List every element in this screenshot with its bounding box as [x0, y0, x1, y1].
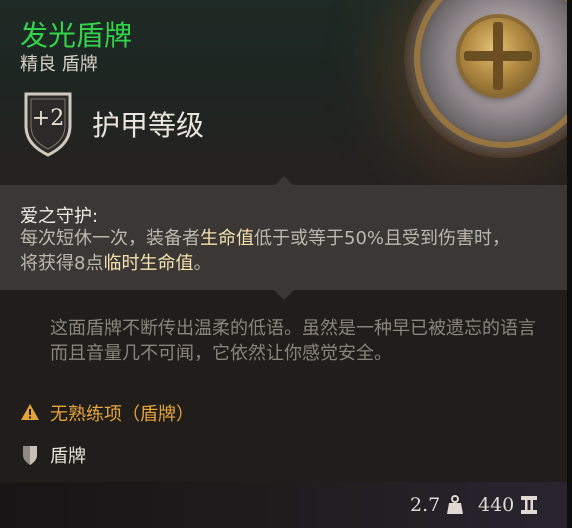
item-tooltip: 发光盾牌 精良 盾牌 +2 护甲等级 爱之守护: 每次短休一次，装备者生命值低于…: [0, 0, 572, 528]
armor-class-label: 护甲等级: [92, 109, 205, 142]
section-notch-top: [274, 176, 294, 186]
armor-class-value: +2: [31, 106, 65, 131]
tooltip-edge: [567, 0, 572, 528]
ability-desc-text: 每次短休一次，装备者: [20, 228, 200, 249]
item-rarity-type: 精良 盾牌: [20, 54, 98, 75]
keyword-hit-points[interactable]: 生命值: [200, 228, 254, 249]
proficiency-text: 无熟练项（盾牌）: [50, 404, 194, 425]
item-type-text: 盾牌: [50, 446, 86, 467]
ability-title: 爱之守护:: [20, 206, 99, 227]
shield-category-icon: [23, 446, 37, 465]
warning-icon: [21, 404, 39, 420]
keyword-temporary-hit-points[interactable]: 临时生命值: [103, 253, 193, 274]
ability-desc-text: 。: [193, 253, 212, 274]
armor-class-badge: +2: [20, 90, 76, 158]
price-value: 440: [478, 494, 515, 516]
gold-coin-icon: [521, 496, 537, 514]
ability-description: 每次短休一次，装备者生命值低于或等于50%且受到伤害时，将获得8点临时生命值。: [20, 226, 520, 276]
shield-boss: [460, 18, 536, 94]
flavor-text: 这面盾牌不断传出温柔的低语。虽然是一种早已被遗忘的语言而且音量几不可闻，它依然让…: [50, 318, 536, 364]
section-notch-bottom: [274, 290, 294, 300]
item-name: 发光盾牌: [20, 19, 133, 52]
weight-icon: [447, 495, 463, 514]
weight-value: 2.7: [410, 494, 441, 516]
